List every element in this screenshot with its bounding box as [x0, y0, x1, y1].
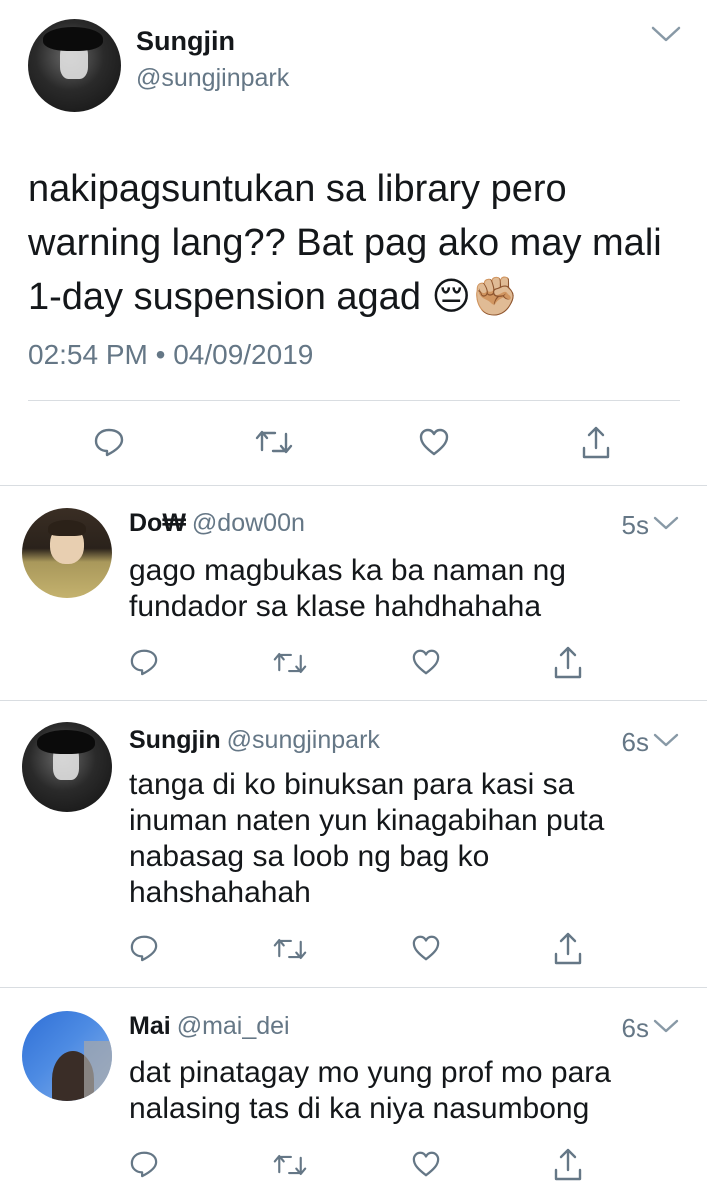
reply-author-handle[interactable]: @mai_dei: [177, 1012, 290, 1040]
like-button[interactable]: [416, 424, 452, 460]
share-icon: [554, 646, 582, 679]
retweet-icon: [255, 430, 293, 454]
reply-icon: [130, 935, 158, 962]
avatar-dow[interactable]: [22, 508, 112, 598]
reply-author-name[interactable]: Mai: [129, 1012, 171, 1040]
reply-button[interactable]: [127, 1148, 161, 1180]
share-button[interactable]: [578, 422, 614, 462]
reply-text-line: gago magbukas ka ba naman ng: [129, 554, 566, 587]
reply-time: 6s: [621, 1013, 649, 1043]
reply-icon: [130, 649, 158, 676]
chevron-down-icon[interactable]: [653, 1019, 679, 1035]
reply-author-name[interactable]: Sungjin: [129, 726, 221, 754]
reply-author-handle[interactable]: @sungjinpark: [227, 726, 380, 754]
like-button[interactable]: [409, 1148, 443, 1180]
author-name[interactable]: Sungjin: [136, 26, 235, 57]
like-icon: [412, 649, 440, 675]
reply-text-line: nalasing tas di ka niya nasumbong: [129, 1092, 590, 1125]
share-icon: [582, 426, 610, 459]
reply-text-line: inuman naten yun kinagabihan puta: [129, 804, 605, 837]
reply-button[interactable]: [89, 424, 129, 460]
reply-text: tanga di ko binuksan para kasi sa inuman…: [129, 767, 689, 911]
chevron-down-icon[interactable]: [653, 733, 679, 749]
divider: [0, 700, 707, 701]
like-button[interactable]: [409, 932, 443, 964]
avatar-mai[interactable]: [22, 1011, 112, 1101]
like-icon: [412, 935, 440, 961]
tweet-text-line: nakipagsuntukan sa library pero: [28, 168, 567, 210]
share-icon: [554, 1148, 582, 1181]
chevron-down-icon[interactable]: [650, 25, 682, 45]
like-icon: [412, 1151, 440, 1177]
reply-icon: [94, 428, 124, 457]
reply-text-line: dat pinatagay mo yung prof mo para: [129, 1056, 611, 1089]
reply-author-handle[interactable]: @dow00n: [192, 509, 305, 537]
avatar-sungjin[interactable]: [22, 722, 112, 812]
reply-text-line: hahshahahah: [129, 876, 311, 909]
reply-button[interactable]: [127, 932, 161, 964]
retweet-icon: [273, 1154, 307, 1176]
like-icon: [419, 428, 449, 456]
reply-time: 6s: [621, 727, 649, 757]
reply-text-line: tanga di ko binuksan para kasi sa: [129, 768, 575, 801]
author-handle[interactable]: @sungjinpark: [136, 64, 289, 93]
reply-header: Sungjin @sungjinpark: [129, 726, 380, 755]
share-button[interactable]: [550, 642, 586, 682]
tweet-timestamp: 02:54 PM • 04/09/2019: [28, 339, 314, 370]
retweet-icon: [273, 652, 307, 674]
share-button[interactable]: [550, 928, 586, 968]
reply-header: Mai @mai_dei: [129, 1012, 290, 1041]
reply-text-line: fundador sa klase hahdhahaha: [129, 590, 542, 623]
like-button[interactable]: [409, 646, 443, 678]
reply-text: gago magbukas ka ba naman ng fundador sa…: [129, 553, 689, 625]
tweet-text-line: 1-day suspension agad 😔✊🏼: [28, 276, 519, 318]
retweet-button[interactable]: [270, 1150, 310, 1180]
divider: [0, 987, 707, 988]
tweet-text: nakipagsuntukan sa library pero warning …: [28, 162, 698, 324]
retweet-button[interactable]: [270, 934, 310, 964]
reply-text-line: nabasag sa loob ng bag ko: [129, 840, 490, 873]
reply-time: 5s: [621, 510, 649, 540]
share-button[interactable]: [550, 1144, 586, 1184]
divider: [0, 485, 707, 486]
reply-button[interactable]: [127, 646, 161, 678]
avatar-sungjin[interactable]: [28, 19, 121, 112]
share-icon: [554, 932, 582, 965]
reply-icon: [130, 1151, 158, 1178]
reply-author-name[interactable]: Do₩: [129, 509, 186, 537]
tweet-text-line: warning lang?? Bat pag ako may mali: [28, 222, 662, 264]
chevron-down-icon[interactable]: [653, 516, 679, 532]
retweet-button[interactable]: [252, 426, 296, 458]
retweet-button[interactable]: [270, 648, 310, 678]
retweet-icon: [273, 938, 307, 960]
divider: [28, 400, 680, 401]
reply-text: dat pinatagay mo yung prof mo para nalas…: [129, 1055, 689, 1127]
reply-header: Do₩ @dow00n: [129, 509, 305, 538]
